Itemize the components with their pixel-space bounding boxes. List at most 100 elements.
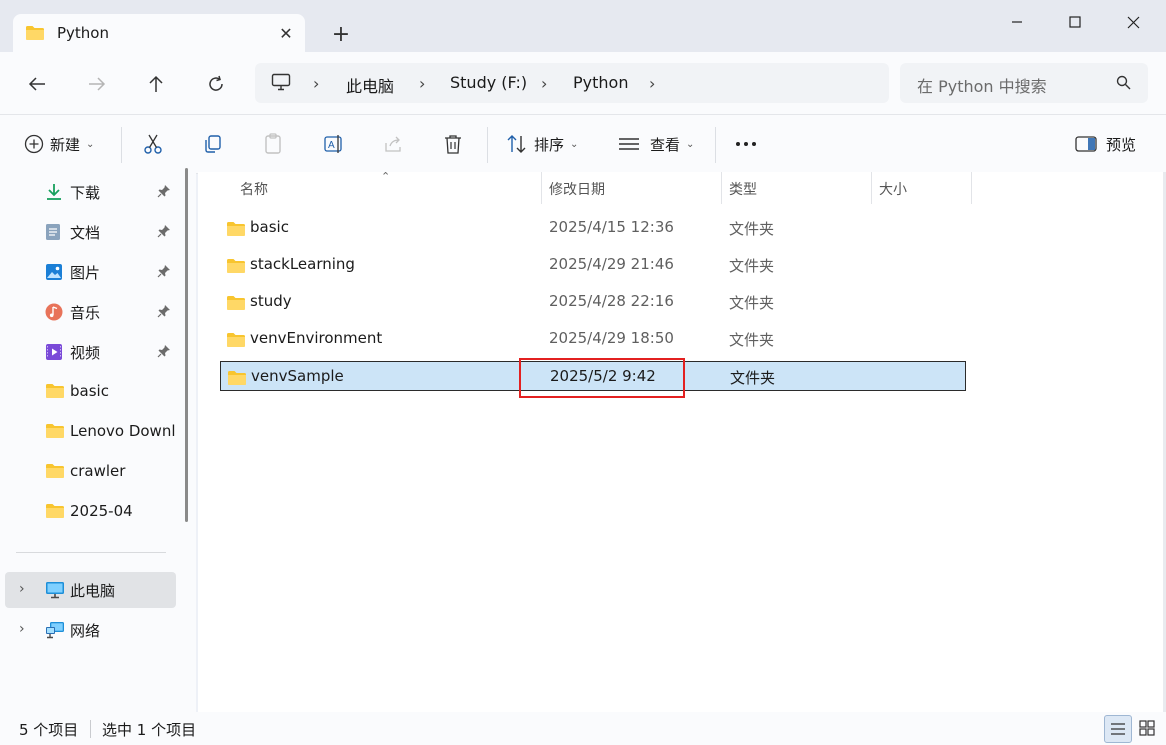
delete-button[interactable] [443, 129, 463, 159]
file-type: 文件夹 [729, 331, 775, 349]
refresh-button[interactable] [202, 70, 230, 98]
details-view-button[interactable] [1104, 715, 1132, 743]
forward-button[interactable] [83, 70, 111, 98]
sidebar-item-label: crawler [70, 462, 126, 480]
table-row[interactable]: basic 2025/4/15 12:36 文件夹 [220, 213, 966, 243]
video-icon [45, 343, 63, 361]
column-divider[interactable] [971, 172, 972, 204]
column-label: 修改日期 [549, 182, 605, 198]
chevron-right-icon[interactable]: › [649, 74, 655, 93]
pin-icon[interactable] [157, 224, 171, 238]
file-date: 2025/4/29 21:46 [549, 255, 674, 273]
copy-icon [203, 134, 223, 154]
copy-button[interactable] [203, 129, 223, 159]
minimize-button[interactable] [994, 8, 1040, 36]
view-button[interactable]: 查看 ⌄ [618, 129, 694, 159]
column-label: 大小 [879, 182, 907, 198]
pin-icon[interactable] [157, 344, 171, 358]
chevron-right-icon[interactable]: › [419, 74, 425, 93]
sidebar-item-lenovo-downloads[interactable]: Lenovo Downloads [5, 414, 176, 450]
up-button[interactable] [142, 70, 170, 98]
sidebar-item-network[interactable]: › 网络 [5, 612, 176, 648]
sidebar-item-music[interactable]: 音乐 [5, 294, 176, 330]
sidebar-item-label: 音乐 [70, 304, 101, 322]
divider [487, 127, 488, 163]
file-type: 文件夹 [729, 257, 775, 275]
folder-icon [226, 295, 246, 311]
sort-button[interactable]: 排序 ⌄ [506, 129, 578, 159]
sidebar-item-label: 2025-04 [70, 502, 133, 520]
share-icon [383, 134, 405, 154]
chevron-right-icon[interactable]: › [541, 74, 547, 93]
tab-python[interactable]: Python ✕ [13, 14, 305, 52]
sidebar-item-label: 网络 [70, 622, 101, 640]
sidebar-item-2025-04[interactable]: 2025-04 [5, 494, 176, 530]
address-bar[interactable]: › 此电脑 › Study (F:) › Python › [255, 63, 889, 103]
pictures-icon [45, 263, 63, 281]
chevron-right-icon[interactable]: › [19, 621, 25, 637]
annotation-highlight-box [519, 358, 685, 398]
pin-icon[interactable] [157, 264, 171, 278]
file-type: 文件夹 [729, 294, 775, 312]
back-button[interactable] [23, 70, 51, 98]
sidebar-item-label: 视频 [70, 344, 101, 362]
close-window-button[interactable] [1110, 8, 1156, 36]
search-input[interactable]: 在 Python 中搜索 [900, 63, 1148, 103]
file-date: 2025/4/28 22:16 [549, 292, 674, 310]
table-row[interactable]: stackLearning 2025/4/29 21:46 文件夹 [220, 250, 966, 280]
sidebar-item-videos[interactable]: 视频 [5, 334, 176, 370]
maximize-button[interactable] [1052, 8, 1098, 36]
clipboard-icon [263, 133, 283, 155]
column-header-type[interactable]: 类型 [721, 172, 871, 204]
sidebar-item-this-pc[interactable]: › 此电脑 [5, 572, 176, 608]
column-header-name[interactable]: 名称 [232, 172, 540, 204]
new-button[interactable]: 新建 ⌄ [24, 129, 94, 159]
more-icon [735, 141, 757, 147]
chevron-right-icon[interactable]: › [19, 581, 25, 597]
new-tab-button[interactable]: + [328, 22, 354, 47]
music-icon [45, 303, 63, 321]
close-tab-icon[interactable]: ✕ [276, 23, 296, 43]
computer-icon [45, 581, 65, 599]
breadcrumb-python[interactable]: Python [573, 73, 628, 92]
sidebar-scrollbar[interactable] [185, 168, 188, 522]
list-view-icon [618, 136, 640, 152]
file-name: venvEnvironment [250, 329, 383, 347]
pin-icon[interactable] [157, 304, 171, 318]
status-bar: 5 个项目 选中 1 个项目 [0, 712, 1166, 745]
more-options-button[interactable] [735, 129, 757, 159]
file-date: 2025/4/29 18:50 [549, 329, 674, 347]
preview-pane-icon [1075, 135, 1097, 153]
chevron-right-icon[interactable]: › [313, 74, 319, 93]
rename-button[interactable]: A [323, 129, 345, 159]
column-header-size[interactable]: 大小 [871, 172, 971, 204]
breadcrumb-study-drive[interactable]: Study (F:) [450, 73, 527, 92]
sidebar-item-basic[interactable]: basic [5, 374, 176, 410]
share-button[interactable] [383, 129, 405, 159]
tiles-view-button[interactable] [1134, 715, 1160, 741]
table-row[interactable]: study 2025/4/28 22:16 文件夹 [220, 287, 966, 317]
tab-title: Python [57, 24, 109, 42]
table-row[interactable]: venvEnvironment 2025/4/29 18:50 文件夹 [220, 324, 966, 354]
pin-icon[interactable] [157, 184, 171, 198]
file-type: 文件夹 [730, 369, 776, 387]
breadcrumb-this-pc[interactable]: 此电脑 [346, 73, 394, 97]
rename-icon: A [323, 133, 345, 155]
item-count: 5 个项目 [19, 721, 79, 739]
plus-circle-icon [24, 134, 44, 154]
file-name: study [250, 292, 292, 310]
new-label: 新建 [50, 135, 81, 154]
sidebar-item-pictures[interactable]: 图片 [5, 254, 176, 290]
folder-icon [45, 503, 65, 519]
sidebar-item-downloads[interactable]: 下载 [5, 174, 176, 210]
svg-text:A: A [328, 140, 335, 151]
sidebar-item-crawler[interactable]: crawler [5, 454, 176, 490]
preview-pane-button[interactable]: 预览 [1075, 129, 1136, 159]
sidebar-item-documents[interactable]: 文档 [5, 214, 176, 250]
view-label: 查看 [650, 135, 681, 154]
column-header-date[interactable]: 修改日期 [541, 172, 721, 204]
cut-button[interactable] [143, 129, 163, 159]
file-name: basic [250, 218, 289, 236]
paste-button[interactable] [263, 129, 283, 159]
column-label: 类型 [729, 182, 757, 198]
